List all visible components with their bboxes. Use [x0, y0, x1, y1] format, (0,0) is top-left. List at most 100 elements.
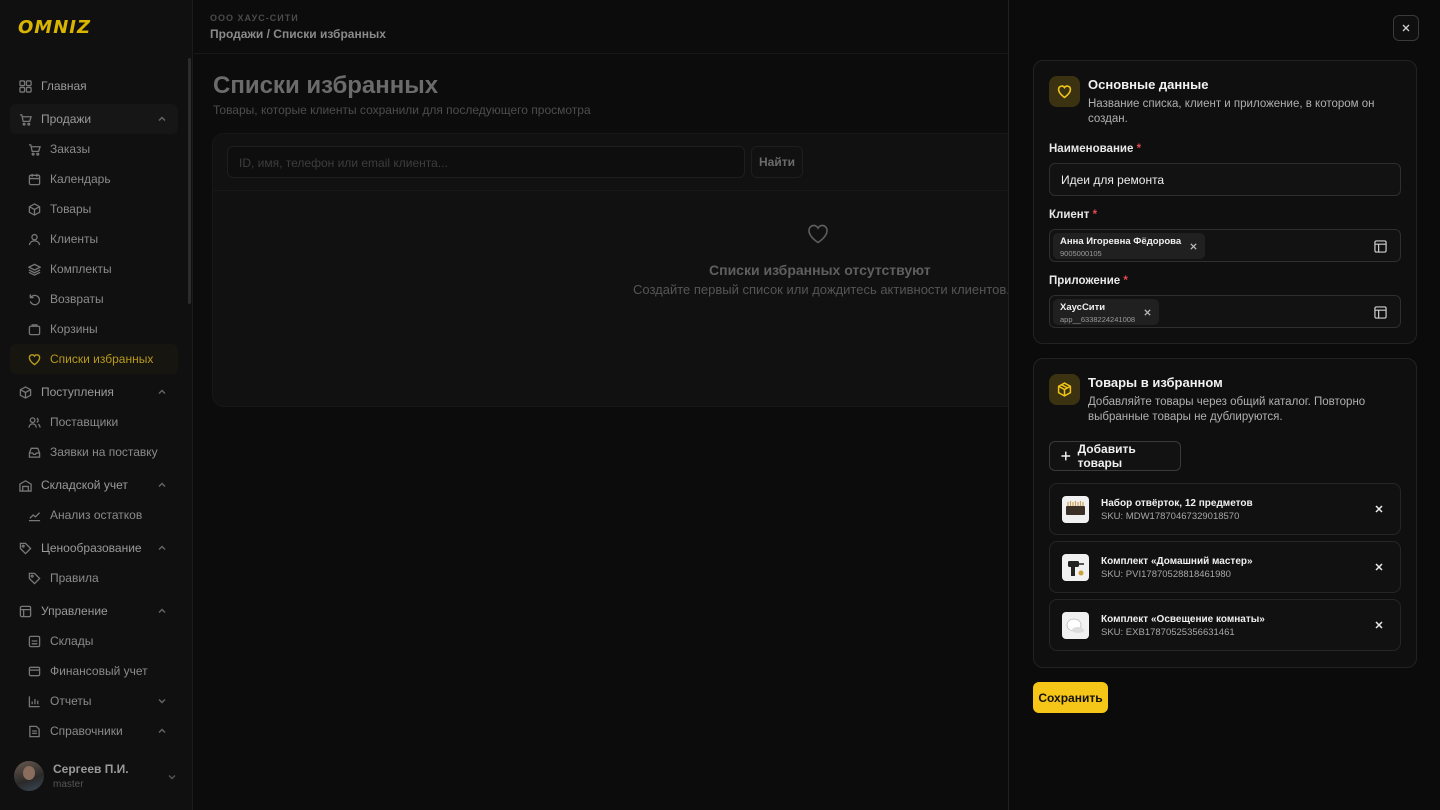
chevron-up-icon: [158, 389, 166, 394]
sidebar-item-calendar[interactable]: Календарь: [10, 164, 178, 194]
app-name: ХаусСити: [1060, 302, 1106, 313]
sidebar-item-stock-analysis[interactable]: Анализ остатков: [10, 500, 178, 530]
user-role: master: [53, 779, 84, 790]
layers-icon: [27, 262, 41, 276]
app-id: app__6338224241008: [1060, 315, 1136, 324]
table-select-icon[interactable]: [1374, 240, 1387, 253]
dashboard-icon: [18, 79, 32, 93]
table-select-icon[interactable]: [1374, 306, 1387, 319]
name-input[interactable]: Идеи для ремонта: [1049, 163, 1401, 196]
heart-icon: [1049, 76, 1080, 107]
avatar: [14, 761, 44, 791]
wallet-icon: [27, 664, 41, 678]
sidebar-item-finance[interactable]: Финансовый учет: [10, 656, 178, 686]
sidebar-scrollbar[interactable]: [188, 58, 191, 304]
sidebar-item-sales[interactable]: Продажи: [10, 104, 178, 134]
sidebar-item-label: Продажи: [41, 112, 92, 126]
cart-icon: [18, 112, 32, 126]
breadcrumb[interactable]: Продажи / Списки избранных: [210, 27, 386, 41]
remove-product-icon[interactable]: [1374, 620, 1384, 630]
sidebar-item-orders[interactable]: Заказы: [10, 134, 178, 164]
sidebar-item-home[interactable]: Главная: [10, 71, 178, 101]
sidebar-item-directories[interactable]: Справочники: [10, 716, 178, 746]
sidebar-item-supply-requests[interactable]: Заявки на поставку: [10, 437, 178, 467]
sidebar-item-baskets[interactable]: Корзины: [10, 314, 178, 344]
sidebar-item-label: Управление: [41, 604, 108, 618]
sidebar-item-warehouses[interactable]: Склады: [10, 626, 178, 656]
user-name: Сергеев П.И.: [53, 762, 129, 776]
book-icon: [27, 724, 41, 738]
remove-app-icon[interactable]: [1143, 308, 1152, 317]
divider: [213, 190, 1041, 191]
chevron-up-icon: [158, 116, 166, 121]
user-menu[interactable]: Сергеев П.И. master: [14, 760, 184, 792]
remove-client-icon[interactable]: [1189, 242, 1198, 251]
client-name: Анна Игоревна Фёдорова: [1060, 236, 1182, 247]
search-input[interactable]: ID, имя, телефон или email клиента...: [227, 146, 745, 178]
required-mark: *: [1136, 143, 1142, 155]
sidebar-item-label: Заявки на поставку: [50, 445, 158, 459]
package-icon: [1049, 374, 1080, 405]
sidebar-item-bundles[interactable]: Комплекты: [10, 254, 178, 284]
empty-state-title: Списки избранных отсутствуют: [709, 262, 931, 278]
sidebar-item-suppliers[interactable]: Поставщики: [10, 407, 178, 437]
product-item: Комплект «Домашний мастер» SKU: PVI17870…: [1049, 541, 1401, 593]
save-button[interactable]: Сохранить: [1033, 682, 1108, 713]
client-chip: Анна Игоревна Фёдорова 9005000105: [1053, 233, 1206, 259]
sidebar-item-label: Календарь: [50, 172, 111, 186]
search-button[interactable]: Найти: [751, 146, 803, 178]
sidebar-item-receipts[interactable]: Поступления: [10, 377, 178, 407]
sidebar-item-favorites[interactable]: Списки избранных: [10, 344, 178, 374]
user-info: Сергеев П.И. master: [53, 762, 129, 790]
heart-icon: [808, 224, 828, 244]
favorites-list-card: ID, имя, телефон или email клиента... На…: [212, 133, 1042, 407]
chevron-up-icon: [158, 482, 166, 487]
sidebar-item-returns[interactable]: Возвраты: [10, 284, 178, 314]
app-label-text: Приложение: [1049, 275, 1121, 287]
client-picker[interactable]: Анна Игоревна Фёдорова 9005000105: [1049, 229, 1401, 262]
product-item: Набор отвёрток, 12 предметов SKU: MDW178…: [1049, 483, 1401, 535]
sidebar-item-products[interactable]: Товары: [10, 194, 178, 224]
sidebar-item-warehouse-accounting[interactable]: Складской учет: [10, 470, 178, 500]
product-name: Комплект «Освещение комнаты»: [1101, 614, 1265, 625]
users-icon: [27, 415, 41, 429]
basket-icon: [27, 322, 41, 336]
required-mark: *: [1123, 275, 1128, 287]
trend-icon: [27, 508, 41, 522]
add-products-button[interactable]: Добавить товары: [1049, 441, 1181, 471]
logo-text: OMNIZ: [18, 16, 92, 38]
app-picker[interactable]: ХаусСити app__6338224241008: [1049, 295, 1401, 328]
favorite-products-section: Товары в избранном Добавляйте товары чер…: [1033, 358, 1417, 668]
sidebar-item-pricing[interactable]: Ценообразование: [10, 533, 178, 563]
chevron-down-icon: [168, 775, 176, 780]
name-label: Наименование *: [1049, 143, 1141, 155]
section-title: Товары в избранном: [1088, 375, 1223, 390]
sidebar-item-label: Комплекты: [50, 262, 112, 276]
sidebar-item-label: Возвраты: [50, 292, 104, 306]
sidebar-item-rules[interactable]: Правила: [10, 563, 178, 593]
sidebar-item-reports[interactable]: Отчеты: [10, 686, 178, 716]
close-button[interactable]: [1393, 15, 1419, 41]
sidebar-item-label: Склады: [50, 634, 94, 648]
page-title: Списки избранных: [213, 72, 439, 99]
remove-product-icon[interactable]: [1374, 504, 1384, 514]
sidebar-item-label: Финансовый учет: [50, 664, 148, 678]
page-subtitle: Товары, которые клиенты сохранили для по…: [213, 103, 591, 117]
sidebar-item-label: Правила: [50, 571, 99, 585]
sidebar-item-clients[interactable]: Клиенты: [10, 224, 178, 254]
product-thumbnail: [1062, 554, 1089, 581]
section-description: Название списка, клиент и приложение, в …: [1088, 98, 1375, 125]
sidebar-item-label: Поступления: [41, 385, 114, 399]
chevron-up-icon: [158, 728, 166, 733]
org-name: ООО ХАУС-СИТИ: [210, 13, 299, 23]
omniz-logo[interactable]: OMNIZ: [18, 16, 92, 38]
sidebar-item-management[interactable]: Управление: [10, 596, 178, 626]
client-phone: 9005000105: [1060, 249, 1102, 258]
layout-icon: [18, 604, 32, 618]
remove-product-icon[interactable]: [1374, 562, 1384, 572]
product-thumbnail: [1062, 496, 1089, 523]
section-description: Добавляйте товары через общий каталог. П…: [1088, 396, 1366, 423]
warehouse-icon: [27, 634, 41, 648]
calendar-icon: [27, 172, 41, 186]
tag-icon: [27, 571, 41, 585]
